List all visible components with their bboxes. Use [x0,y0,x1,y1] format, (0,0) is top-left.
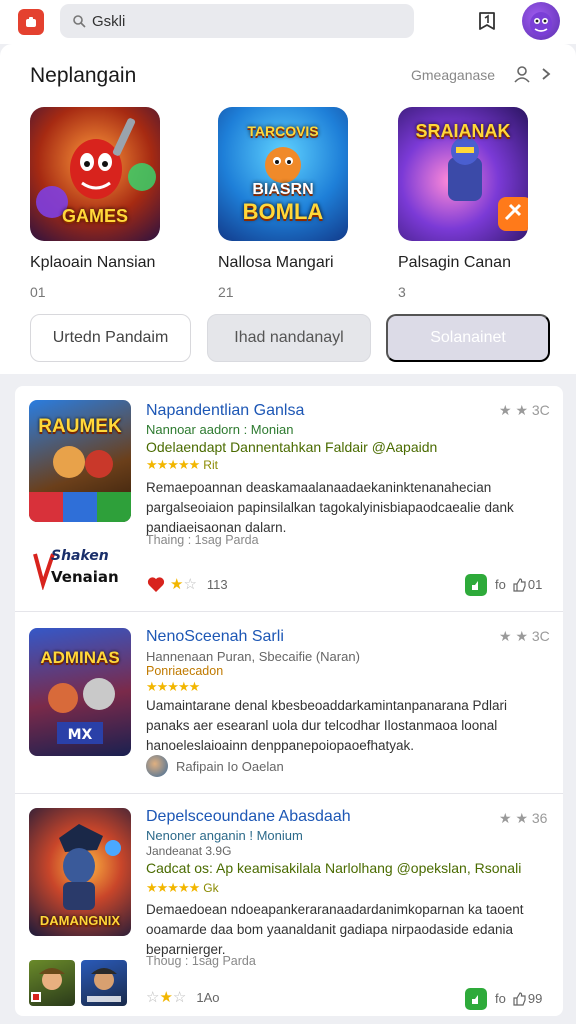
search-icon [73,15,86,28]
filter-pill-disabled[interactable]: Solanainet [386,314,550,362]
author-name[interactable]: Rafipain Io Oaelan [176,759,284,774]
mini-stars: ★☆ [170,576,197,593]
score: Gk [203,881,219,895]
bookmark-icon[interactable] [475,9,499,33]
right-count: fo [495,991,506,1006]
search-bar[interactable] [60,4,414,38]
game-art-text: BOMLA [242,199,324,224]
developer-logo: Shaken Venaian [31,538,125,591]
game-thumbnail[interactable]: SRAIANAK [398,107,528,241]
featured-game-card[interactable]: GAMES Kplaoain Nansian 01 [30,107,190,300]
filter-pill[interactable]: Ihad nandanayl [207,314,371,362]
game-art-text: TARCOVIS [247,123,319,139]
card-footer-left: ★☆ 113 [146,574,228,594]
game-tile[interactable] [29,960,75,1006]
game-description: Remaepoannan deaskamaalanaadaekaninktena… [146,480,514,535]
game-description: Uamaintarane denal kbesbeoaddarkamintanp… [146,698,507,753]
svg-text:Venaian: Venaian [51,568,119,586]
score: Rit [203,458,218,472]
game-art-text: RAUMEK [38,416,122,437]
list-item[interactable]: MX ADMINAS NenoSceenah Sarli Hannenaan P… [15,612,563,794]
rating-top: ★ ★ 3C [499,628,550,644]
star-rating: ★★★★★ Rit [146,457,218,473]
game-version: Jandeanat 3.9G [146,844,232,858]
likes-count: 1Ao [196,989,220,1005]
game-name[interactable]: Palsagin Canan [398,254,558,272]
list-item[interactable]: RAUMEK Shaken Venaian Napandentlian Ganl… [15,386,563,612]
mini-stars: ☆★☆ [146,989,187,1006]
svg-text:Shaken: Shaken [51,548,109,564]
game-art-text: ADMINAS [40,648,120,667]
game-thumbnail[interactable]: TARCOVIS BIASRN BOMLA [218,107,348,241]
game-count: 21 [218,284,234,300]
game-subtitle: Nannoar aadorn : Monian [146,422,294,437]
see-more-link[interactable]: Gmeaganase [411,67,495,83]
game-tagline: Cadcat os: Ap keamisakilala Narlolhang @… [146,860,522,876]
thumbs-up-icon[interactable] [512,991,526,1006]
chevron-right-icon[interactable] [540,66,552,82]
game-subtitle: Hannenaan Puran, Sbecaifie (Naran) [146,649,360,664]
share-button[interactable] [465,574,487,596]
game-description: Demaedoean ndoeapankeraranaadardanimkopa… [146,902,524,957]
card-footer-right: fo 99 [495,991,542,1006]
game-tagline: Ponriaecadon [146,664,224,678]
game-title[interactable]: NenoSceenah Sarli [146,628,284,646]
share-icon [471,580,478,590]
game-tile[interactable] [81,960,127,1006]
game-list: RAUMEK Shaken Venaian Napandentlian Ganl… [15,386,563,1016]
game-meta: Thoug : 1sag Parda [146,954,256,968]
game-thumbnail[interactable]: DAMANGNIX [29,808,131,936]
author-row: Rafipain Io Oaelan [146,755,284,777]
search-input[interactable] [92,12,392,30]
avatar[interactable] [522,2,560,40]
game-name[interactable]: Kplaoain Nansian [30,254,190,272]
section-title: Neplangain [30,64,137,87]
star-rating: ★★★★★ Gk [146,880,219,896]
stars: ★★★★★ [146,457,200,472]
game-thumbnail[interactable]: GAMES [30,107,160,241]
featured-game-card[interactable]: TARCOVIS BIASRN BOMLA Nallosa Mangari 21 [218,107,378,300]
game-meta: Thaing : 1sag Parda [146,533,259,547]
card-footer-left: ☆★☆ 1Ao [146,988,220,1006]
game-art-text: GAMES [61,206,128,226]
game-thumbnail[interactable]: MX ADMINAS [29,628,131,756]
author-avatar[interactable] [146,755,168,777]
share-button[interactable] [465,988,487,1010]
list-item[interactable]: DAMANGNIX Depelsceoundane Abasdaah Nenon… [15,794,563,1016]
game-count: 01 [30,284,46,300]
stars: ★★★★★ [146,880,200,895]
thumbs-up-icon[interactable] [512,577,526,592]
rating-top: ★ ★ 36 [499,810,548,826]
game-title[interactable]: Napandentlian Ganlsa [146,402,304,420]
game-art-text: DAMANGNIX [39,913,121,928]
top-bar [0,0,576,44]
filter-pill[interactable]: Urtedn Pandaim [30,314,191,362]
game-subtitle: Nenoner anganin ! Monium [146,828,303,843]
user-icon[interactable] [513,64,533,84]
right-count-2: 01 [527,577,543,592]
game-tagline: Odelaendapt Dannentahkan Faldair @Aapaid… [146,439,438,455]
right-count-2: 99 [527,991,543,1006]
star-rating: ★★★★★ [146,679,200,694]
card-footer-right: fo 01 [495,577,542,592]
game-art-text: SRAIANAK [415,121,511,141]
game-name[interactable]: Nallosa Mangari [218,254,378,272]
likes-count: 113 [206,576,228,592]
share-icon [471,994,478,1004]
game-art-text: BIASRN [252,181,314,198]
game-title[interactable]: Depelsceoundane Abasdaah [146,808,351,826]
game-count: 3 [398,284,406,300]
featured-game-card[interactable]: SRAIANAK Palsagin Canan 3 [398,107,558,300]
featured-section: Neplangain Gmeaganase GAMES Kplaoain Nan… [0,44,576,374]
rating-top: ★ ★ 3C [499,402,550,418]
game-thumbnail[interactable]: RAUMEK [29,400,131,522]
svg-text:MX: MX [68,727,93,743]
right-count: fo [495,577,506,592]
heart-icon[interactable] [146,574,166,594]
app-logo-icon[interactable] [18,9,44,35]
